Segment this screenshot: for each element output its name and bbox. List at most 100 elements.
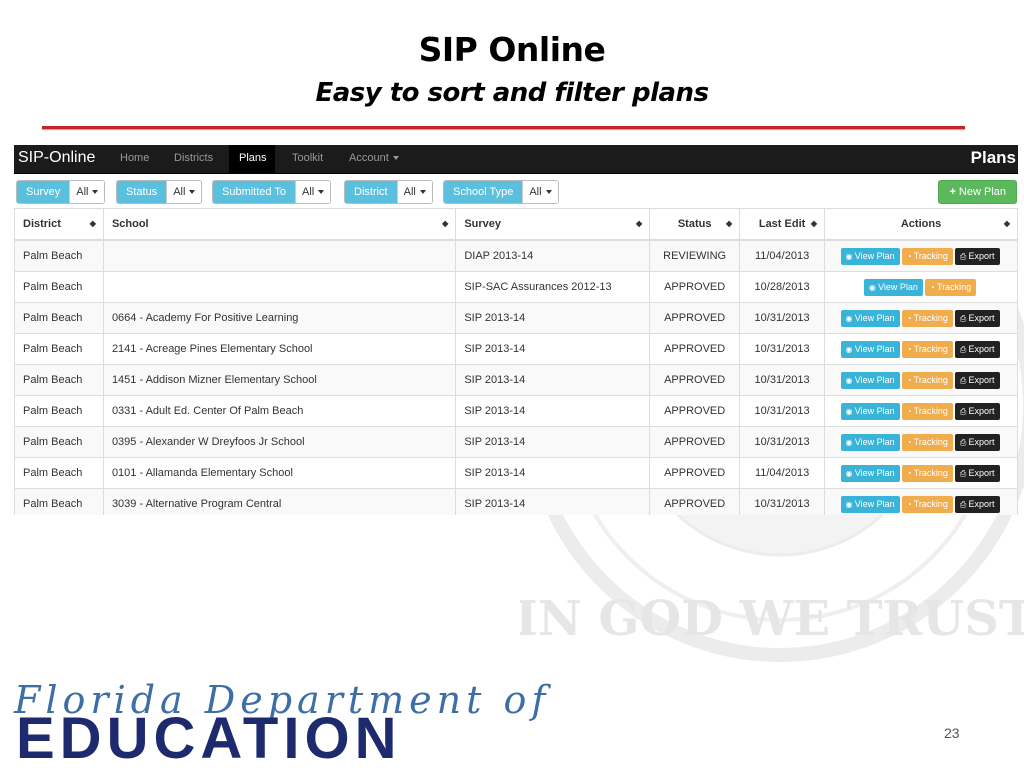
clock-icon: ◔ bbox=[929, 282, 937, 292]
cell-actions: ◉ View Plan ◔ Tracking ⎙ Export bbox=[824, 488, 1018, 515]
cell-survey: SIP 2013-14 bbox=[455, 426, 651, 458]
view-plan-button[interactable]: ◉ View Plan bbox=[840, 402, 900, 420]
sort-icon: ◆ bbox=[442, 219, 449, 228]
column-header-district[interactable]: District ◆ bbox=[14, 208, 104, 241]
cell-survey: SIP 2013-14 bbox=[455, 488, 651, 515]
tracking-button[interactable]: ◔ Tracking bbox=[901, 402, 953, 420]
view-plan-button-label: View Plan bbox=[854, 498, 895, 509]
filter-district[interactable]: District All bbox=[344, 180, 433, 204]
filter-status[interactable]: Status All bbox=[116, 180, 203, 204]
export-button[interactable]: ⎙ Export bbox=[954, 464, 1000, 482]
column-header-school[interactable]: School ◆ bbox=[102, 208, 457, 241]
cell-actions: ◉ View Plan ◔ Tracking ⎙ Export bbox=[824, 457, 1018, 489]
table-row: Palm Beach 3039 - Alternative Program Cen… bbox=[14, 488, 1018, 515]
table-row: Palm Beach 2141 - Acreage Pines Elementar… bbox=[14, 333, 1018, 365]
export-button[interactable]: ⎙ Export bbox=[954, 495, 1000, 513]
cell-survey: SIP-SAC Assurances 2012-13 bbox=[455, 271, 651, 303]
chevron-down-icon bbox=[92, 190, 99, 195]
export-button[interactable]: ⎙ Export bbox=[954, 340, 1000, 358]
export-button[interactable]: ⎙ Export bbox=[954, 433, 1000, 451]
filter-select[interactable]: All bbox=[166, 181, 202, 203]
clock-icon: ◔ bbox=[906, 375, 914, 385]
tracking-button[interactable]: ◔ Tracking bbox=[901, 495, 953, 513]
export-button-label: Export bbox=[968, 498, 995, 509]
column-header-actions[interactable]: Actions ◆ bbox=[824, 208, 1018, 241]
chevron-down-icon bbox=[419, 190, 426, 195]
tracking-button[interactable]: ◔ Tracking bbox=[901, 433, 953, 451]
export-button-label: Export bbox=[968, 374, 995, 385]
tracking-button[interactable]: ◔ Tracking bbox=[901, 247, 953, 265]
tracking-button[interactable]: ◔ Tracking bbox=[901, 340, 953, 358]
table-row: Palm Beach 0664 - Academy For Positive Le… bbox=[14, 302, 1018, 334]
cell-school: 2141 - Acreage Pines Elementary School bbox=[102, 333, 457, 365]
tracking-button-label: Tracking bbox=[913, 312, 948, 323]
view-plan-button[interactable]: ◉ View Plan bbox=[840, 433, 900, 451]
tracking-button[interactable]: ◔ Tracking bbox=[924, 278, 977, 296]
column-header-status[interactable]: Status ◆ bbox=[649, 208, 741, 241]
chevron-down-icon bbox=[545, 190, 552, 195]
cell-last-edit: 10/31/2013 bbox=[739, 488, 826, 515]
filter-label: Survey bbox=[17, 181, 70, 203]
nav-toolkit[interactable]: Toolkit bbox=[292, 152, 323, 164]
view-plan-button-label: View Plan bbox=[854, 374, 895, 385]
cell-school: 0101 - Allamanda Elementary School bbox=[102, 457, 457, 489]
tracking-button-label: Tracking bbox=[913, 250, 948, 261]
cell-actions: ◉ View Plan ◔ Tracking ⎙ Export bbox=[824, 239, 1018, 272]
cell-district: Palm Beach bbox=[14, 395, 104, 427]
tracking-button[interactable]: ◔ Tracking bbox=[901, 371, 953, 389]
slide-title: SIP Online bbox=[418, 30, 606, 69]
view-plan-button[interactable]: ◉ View Plan bbox=[863, 278, 923, 296]
cell-survey: SIP 2013-14 bbox=[455, 395, 651, 427]
export-button[interactable]: ⎙ Export bbox=[954, 309, 1000, 327]
filter-select[interactable]: All bbox=[295, 181, 331, 203]
export-button[interactable]: ⎙ Export bbox=[954, 247, 1000, 265]
new-plan-button[interactable]: + New Plan bbox=[938, 180, 1017, 204]
nav-account[interactable]: Account bbox=[349, 152, 399, 164]
view-plan-button-label: View Plan bbox=[854, 312, 895, 323]
nav-districts[interactable]: Districts bbox=[174, 152, 213, 164]
view-plan-button[interactable]: ◉ View Plan bbox=[840, 247, 900, 265]
clock-icon: ◔ bbox=[906, 499, 914, 509]
cell-district: Palm Beach bbox=[14, 426, 104, 458]
cell-actions: ◉ View Plan ◔ Tracking ⎙ Export bbox=[824, 302, 1018, 334]
header-label: Last Edit bbox=[758, 218, 806, 230]
eye-icon: ◉ bbox=[845, 437, 855, 447]
filter-value: All bbox=[403, 186, 416, 198]
view-plan-button[interactable]: ◉ View Plan bbox=[840, 495, 900, 513]
slide-subtitle: Easy to sort and filter plans bbox=[315, 78, 709, 108]
clock-icon: ◔ bbox=[906, 344, 914, 354]
filter-survey[interactable]: Survey All bbox=[16, 180, 106, 204]
view-plan-button[interactable]: ◉ View Plan bbox=[840, 464, 900, 482]
filter-select[interactable]: All bbox=[522, 181, 558, 203]
view-plan-button[interactable]: ◉ View Plan bbox=[840, 371, 900, 389]
fdoe-logo-education: EDUCATION bbox=[16, 706, 402, 771]
view-plan-button[interactable]: ◉ View Plan bbox=[840, 309, 900, 327]
brand-logo[interactable]: SIP-Online bbox=[18, 149, 95, 167]
new-plan-label: New Plan bbox=[958, 186, 1006, 198]
cell-district: Palm Beach bbox=[14, 488, 104, 515]
header-label: Actions bbox=[900, 218, 942, 230]
filter-submitted-to[interactable]: Submitted To All bbox=[212, 180, 332, 204]
filter-select[interactable]: All bbox=[69, 181, 105, 203]
header-label: Survey bbox=[464, 218, 502, 230]
view-plan-button[interactable]: ◉ View Plan bbox=[840, 340, 900, 358]
nav-home[interactable]: Home bbox=[120, 152, 149, 164]
column-header-last-edit[interactable]: Last Edit ◆ bbox=[739, 208, 826, 241]
export-button[interactable]: ⎙ Export bbox=[954, 371, 1000, 389]
cell-school: 3039 - Alternative Program Central bbox=[102, 488, 457, 515]
tracking-button[interactable]: ◔ Tracking bbox=[901, 464, 953, 482]
cell-last-edit: 11/04/2013 bbox=[739, 457, 826, 489]
column-header-survey[interactable]: Survey ◆ bbox=[455, 208, 651, 241]
plus-icon: + bbox=[949, 186, 959, 198]
tracking-button-label: Tracking bbox=[913, 467, 948, 478]
export-button[interactable]: ⎙ Export bbox=[954, 402, 1000, 420]
filter-select[interactable]: All bbox=[396, 181, 432, 203]
cell-status: APPROVED bbox=[649, 457, 741, 489]
filter-school-type[interactable]: School Type All bbox=[443, 180, 559, 204]
nav-plans[interactable]: Plans bbox=[239, 152, 267, 164]
nav-account-label: Account bbox=[349, 152, 389, 164]
cell-actions: ◉ View Plan ◔ Tracking ⎙ Export bbox=[824, 364, 1018, 396]
view-plan-button-label: View Plan bbox=[854, 343, 895, 354]
eye-icon: ◉ bbox=[868, 282, 879, 292]
tracking-button[interactable]: ◔ Tracking bbox=[901, 309, 953, 327]
